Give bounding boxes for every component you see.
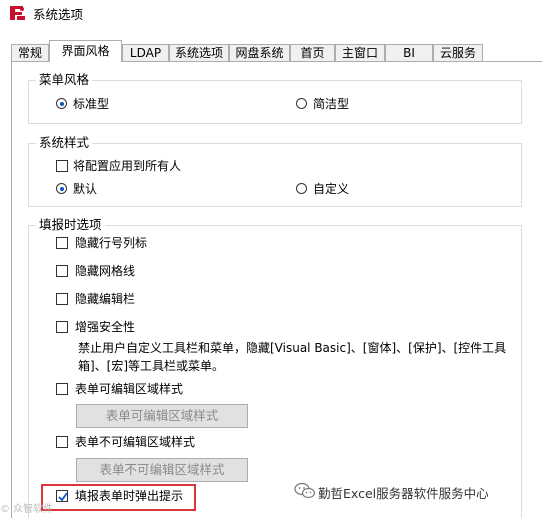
hide-edit-bar-checkbox[interactable] xyxy=(56,293,68,305)
highlight-box xyxy=(41,484,196,511)
app-logo-icon xyxy=(10,6,25,20)
tab-netdisk[interactable]: 网盘系统 xyxy=(229,44,290,61)
editable-style-label: 表单可编辑区域样式 xyxy=(75,382,184,396)
system-style-group: 系统样式 xyxy=(28,135,522,207)
radio-standard-label: 标准型 xyxy=(73,97,110,111)
tab-main-window[interactable]: 主窗口 xyxy=(335,44,385,61)
editable-style-button[interactable]: 表单可编辑区域样式 xyxy=(76,404,248,428)
non-editable-style-label: 表单不可编辑区域样式 xyxy=(75,435,196,449)
enhance-security-checkbox[interactable] xyxy=(56,321,68,333)
tab-general[interactable]: 常规 xyxy=(11,44,49,61)
fill-options-title: 填报时选项 xyxy=(36,217,105,233)
hide-grid-label: 隐藏网格线 xyxy=(75,264,136,278)
radio-simple[interactable] xyxy=(296,98,307,109)
apply-all-checkbox[interactable] xyxy=(56,160,68,172)
radio-custom[interactable] xyxy=(296,183,307,194)
hide-edit-bar-label: 隐藏编辑栏 xyxy=(75,292,136,306)
tab-bi[interactable]: BI xyxy=(385,44,433,61)
non-editable-style-checkbox[interactable] xyxy=(56,436,68,448)
radio-custom-label: 自定义 xyxy=(313,182,350,196)
watermark-left: © 众智软件 xyxy=(0,504,54,515)
security-description: 禁止用户自定义工具栏和菜单，隐藏[Visual Basic]、[窗体]、[保护]… xyxy=(78,341,507,373)
hide-grid-checkbox[interactable] xyxy=(56,265,68,277)
window-title: 系统选项 xyxy=(33,7,84,22)
tab-cloud[interactable]: 云服务 xyxy=(433,44,483,61)
radio-default-label: 默认 xyxy=(73,182,98,196)
title-bar: 系统选项 xyxy=(0,0,542,26)
hide-row-col-checkbox[interactable] xyxy=(56,237,68,249)
radio-simple-label: 简洁型 xyxy=(313,97,350,111)
tab-system-options[interactable]: 系统选项 xyxy=(169,44,229,61)
radio-default[interactable] xyxy=(56,183,67,194)
radio-standard[interactable] xyxy=(56,98,67,109)
tab-home[interactable]: 首页 xyxy=(290,44,335,61)
tab-strip: 常规 界面风格 LDAP 系统选项 网盘系统 首页 主窗口 BI 云服务 xyxy=(0,40,542,62)
apply-all-label: 将配置应用到所有人 xyxy=(73,159,182,173)
wechat-icon xyxy=(294,482,316,499)
editable-style-checkbox[interactable] xyxy=(56,383,68,395)
system-style-title: 系统样式 xyxy=(36,135,93,151)
menu-style-title: 菜单风格 xyxy=(36,72,93,88)
watermark-right: 勤哲Excel服务器软件服务中心 xyxy=(318,486,489,501)
tab-ui-style[interactable]: 界面风格 xyxy=(49,40,122,62)
hide-row-col-label: 隐藏行号列标 xyxy=(75,236,148,250)
enhance-security-label: 增强安全性 xyxy=(75,320,136,334)
tab-ldap[interactable]: LDAP xyxy=(122,44,169,61)
non-editable-style-button[interactable]: 表单不可编辑区域样式 xyxy=(76,458,248,482)
